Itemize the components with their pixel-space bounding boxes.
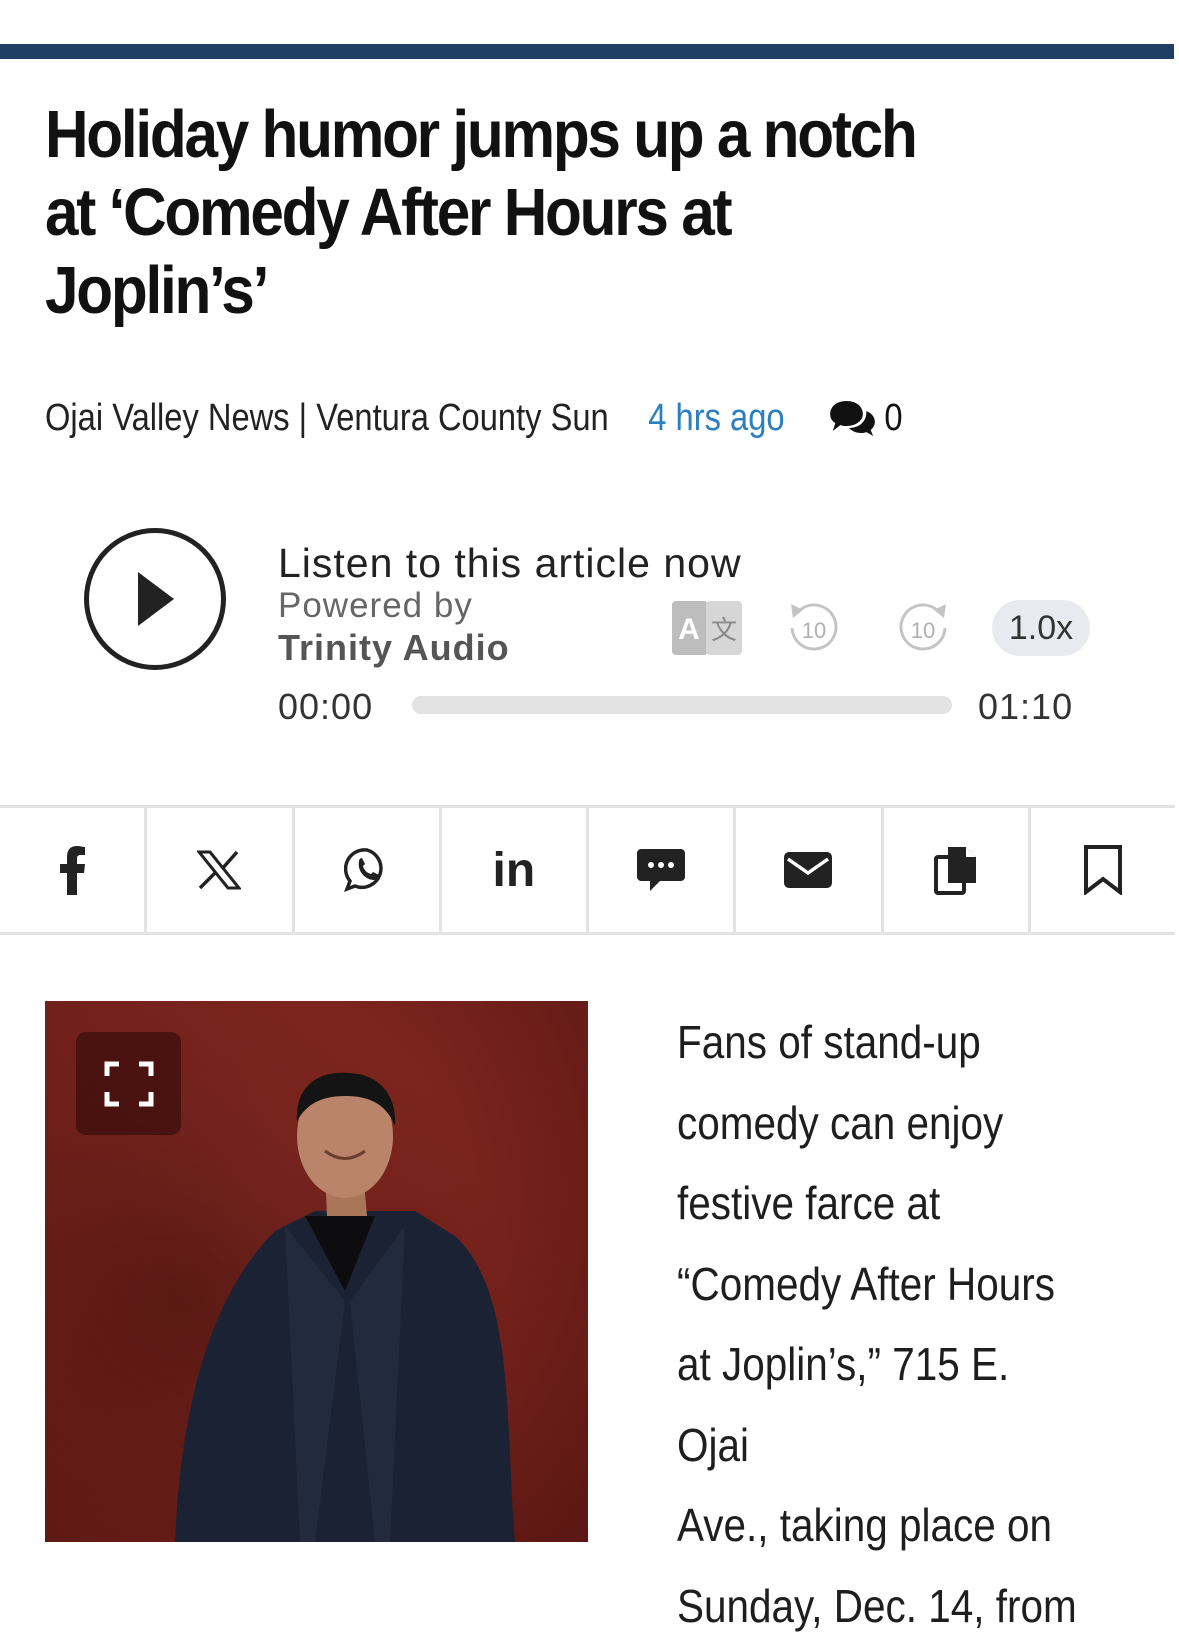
powered-by-label: Powered by xyxy=(278,586,473,626)
share-email-button[interactable] xyxy=(733,808,880,932)
share-whatsapp-button[interactable] xyxy=(292,808,439,932)
share-linkedin-button[interactable]: in xyxy=(439,808,586,932)
expand-image-button[interactable] xyxy=(76,1032,181,1135)
article-source[interactable]: Ojai Valley News | Ventura County Sun xyxy=(45,397,609,440)
comment-count: 0 xyxy=(884,397,902,440)
forward-seconds: 10 xyxy=(911,618,935,643)
current-time: 00:00 xyxy=(278,686,373,728)
linkedin-icon: in xyxy=(493,843,536,898)
article-body-line: Sunday, Dec. 14, from xyxy=(677,1566,1091,1646)
x-icon xyxy=(197,850,241,890)
rewind-button[interactable]: 10 xyxy=(782,598,844,658)
comments-link[interactable]: 0 xyxy=(828,397,903,440)
whatsapp-icon xyxy=(344,847,390,893)
play-icon xyxy=(130,568,180,630)
rewind-seconds: 10 xyxy=(802,618,826,643)
comments-icon xyxy=(828,398,878,438)
rewind-10-icon: 10 xyxy=(782,598,844,658)
duration: 01:10 xyxy=(978,686,1073,728)
share-sms-button[interactable] xyxy=(586,808,733,932)
article-body-line: comedy can enjoy xyxy=(677,1083,1091,1164)
article-body-line: at Joplin’s,” 715 E. Ojai xyxy=(677,1324,1091,1485)
copy-link-button[interactable] xyxy=(881,808,1028,932)
article-body-line: “Comedy After Hours xyxy=(677,1244,1091,1325)
article-headline: Holiday humor jumps up a notch at ‘Comed… xyxy=(45,96,954,330)
playback-speed-button[interactable]: 1.0x xyxy=(992,600,1090,656)
article-body: Fans of stand-up comedy can enjoy festiv… xyxy=(677,1002,1091,1646)
progress-bar[interactable] xyxy=(412,696,952,714)
article-body-line: Fans of stand-up xyxy=(677,1002,1091,1083)
share-x-button[interactable] xyxy=(144,808,291,932)
forward-10-icon: 10 xyxy=(893,598,955,658)
svg-text:文: 文 xyxy=(711,616,737,646)
article-byline: Ojai Valley News | Ventura County Sun 4 … xyxy=(45,392,903,444)
bookmark-icon xyxy=(1083,845,1123,895)
translate-button[interactable]: A 文 xyxy=(672,601,742,655)
svg-text:A: A xyxy=(678,613,700,646)
translate-icon: A 文 xyxy=(672,601,742,655)
share-bar: in xyxy=(0,805,1175,935)
play-button[interactable] xyxy=(84,528,226,670)
article-photo[interactable] xyxy=(45,1001,588,1542)
article-body-line: festive farce at xyxy=(677,1163,1091,1244)
article-timestamp: 4 hrs ago xyxy=(648,397,784,440)
audio-player: Listen to this article now Powered by Tr… xyxy=(0,510,1179,750)
brand-top-bar xyxy=(0,44,1174,59)
forward-button[interactable]: 10 xyxy=(893,598,955,658)
player-title: Listen to this article now xyxy=(278,540,742,587)
share-facebook-button[interactable] xyxy=(0,808,144,932)
facebook-icon xyxy=(57,845,87,895)
article-body-line: Ave., taking place on xyxy=(677,1485,1091,1566)
sms-icon xyxy=(636,847,686,893)
email-icon xyxy=(783,851,833,889)
copy-icon xyxy=(934,845,978,895)
bookmark-button[interactable] xyxy=(1028,808,1175,932)
fullscreen-icon xyxy=(104,1061,154,1107)
audio-provider-name[interactable]: Trinity Audio xyxy=(278,627,510,669)
